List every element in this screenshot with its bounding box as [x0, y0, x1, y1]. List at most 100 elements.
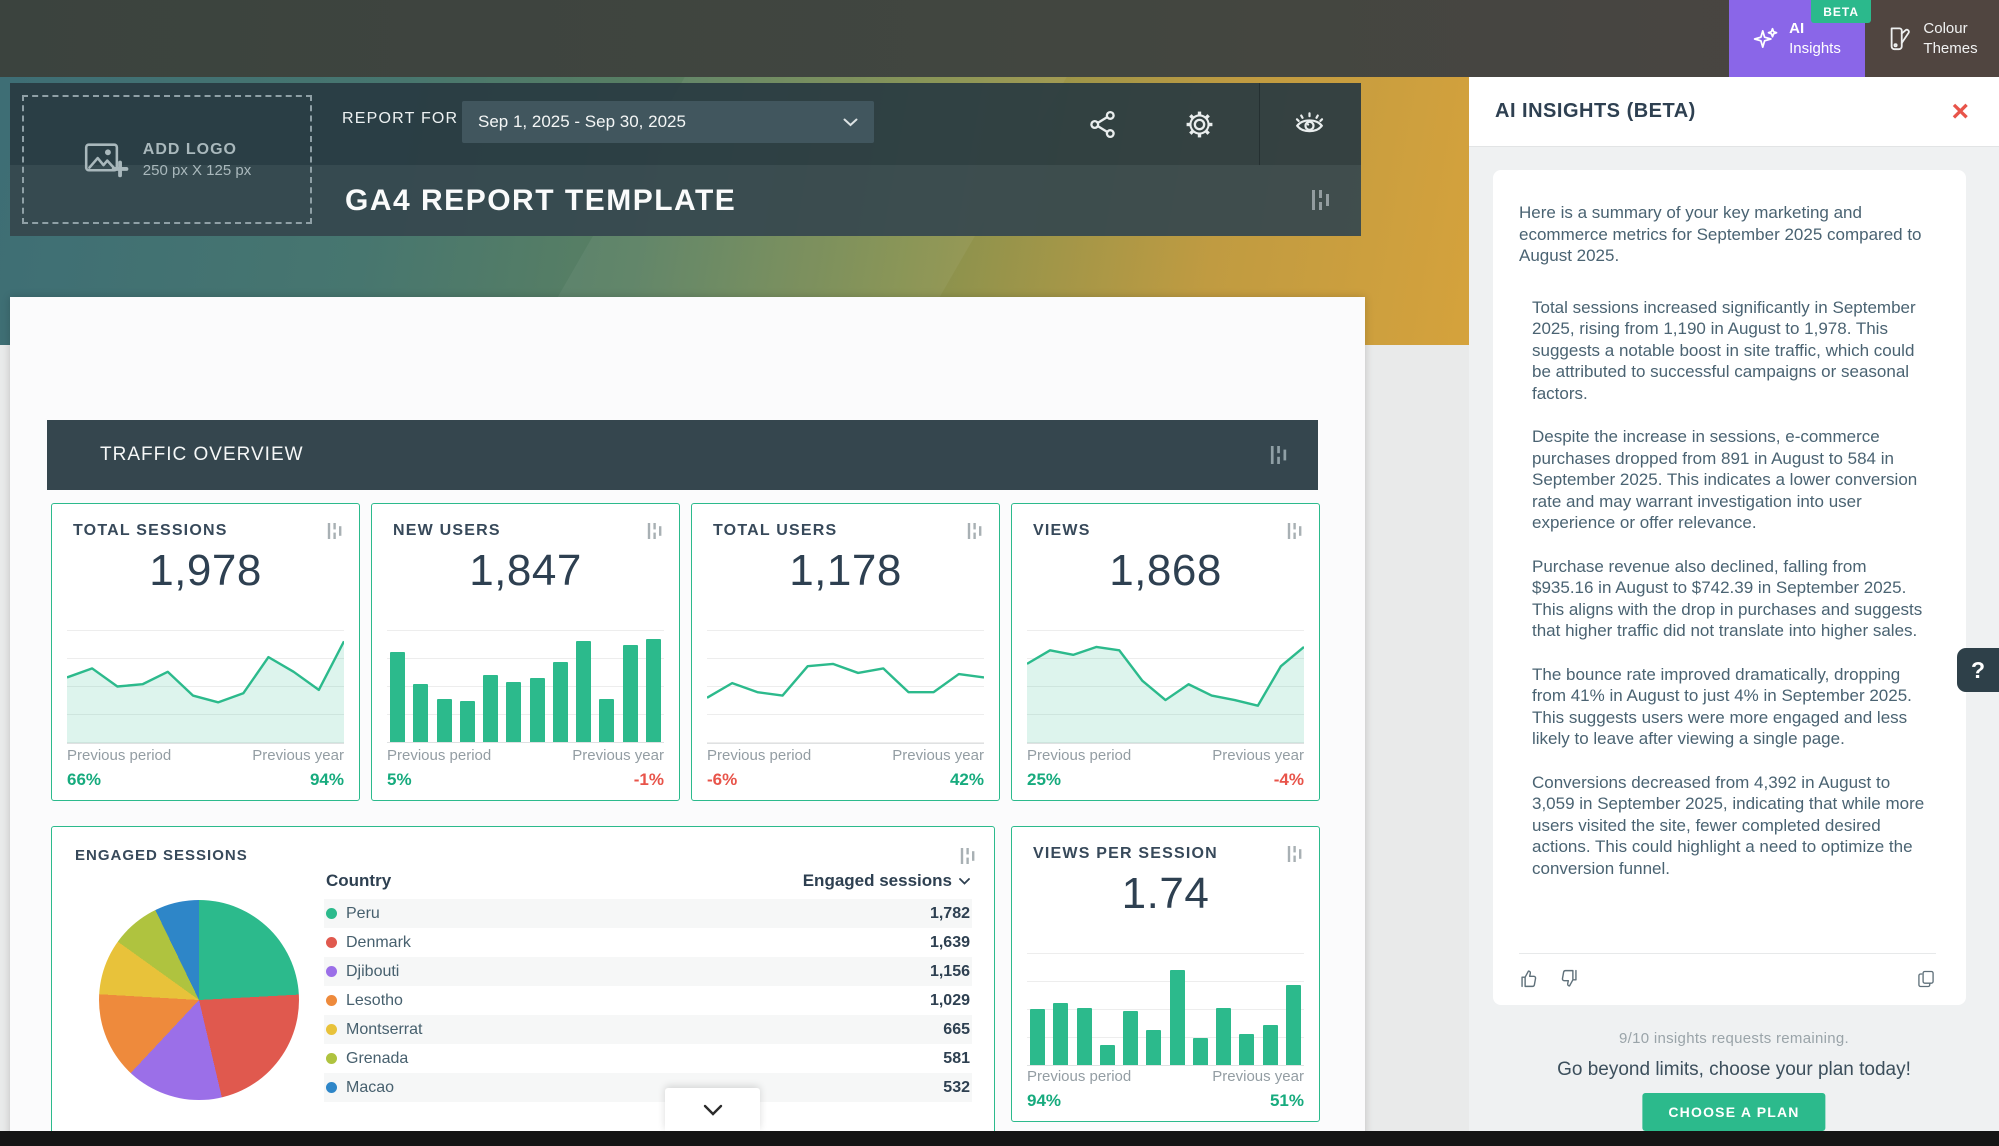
add-logo-label: ADD LOGO — [143, 141, 251, 159]
choose-plan-button[interactable]: CHOOSE A PLAN — [1642, 1093, 1825, 1131]
legend-dot — [326, 908, 337, 919]
engaged-sessions-table: Country Engaged sessions Peru 1,782 Denm… — [324, 869, 972, 1102]
upgrade-message: Go beyond limits, choose your plan today… — [1469, 1059, 1999, 1081]
table-row: Montserrat 665 — [324, 1015, 972, 1044]
drag-handle-icon[interactable] — [1287, 845, 1303, 863]
prev-period-pct: -6% — [707, 770, 737, 790]
legend-dot — [326, 1053, 337, 1064]
insight-paragraph: Despite the increase in sessions, e-comm… — [1532, 426, 1926, 534]
metric-value: 1.74 — [1012, 869, 1319, 919]
chevron-down-icon — [959, 878, 970, 885]
prev-year-label: Previous year — [572, 747, 664, 764]
topbar: AI Insights BETA Colour Themes — [0, 0, 1999, 77]
report-page: TRAFFIC OVERVIEW TOTAL SESSIONS 1,978 — [10, 297, 1365, 1146]
bar-chart — [387, 630, 664, 743]
ai-button-label-2: Insights — [1789, 39, 1841, 59]
thumbs-down-icon[interactable] — [1558, 968, 1579, 989]
drag-handle-icon[interactable] — [647, 522, 663, 540]
add-logo-dropzone[interactable]: ADD LOGO 250 px X 125 px — [22, 95, 312, 224]
header-divider — [1259, 83, 1260, 165]
line-chart — [707, 630, 984, 744]
themes-button-label-2: Themes — [1923, 39, 1977, 59]
copy-icon[interactable] — [1916, 969, 1936, 989]
column-metric-sort[interactable]: Engaged sessions — [803, 871, 970, 891]
sparkles-icon — [1753, 26, 1779, 52]
column-country: Country — [326, 871, 391, 891]
prev-period-pct: 5% — [387, 770, 412, 790]
insight-paragraph: Total sessions increased significantly i… — [1532, 297, 1926, 405]
prev-period-pct: 66% — [67, 770, 101, 790]
metric-card-new-users: NEW USERS 1,847 Previous period Previous… — [371, 503, 680, 801]
prev-year-pct: -4% — [1274, 770, 1304, 790]
card-title: TOTAL SESSIONS — [73, 522, 228, 540]
metric-card-total-sessions: TOTAL SESSIONS 1,978 Previous period Pre… — [51, 503, 360, 801]
gear-icon[interactable] — [1184, 109, 1215, 140]
insight-paragraph: Purchase revenue also declined, falling … — [1532, 556, 1926, 642]
card-title: ENGAGED SESSIONS — [75, 847, 248, 864]
drag-handle-icon[interactable] — [327, 522, 343, 540]
requests-remaining: 9/10 insights requests remaining. — [1469, 1030, 1999, 1047]
section-title: TRAFFIC OVERVIEW — [100, 444, 304, 466]
metric-cards-row: TOTAL SESSIONS 1,978 Previous period Pre… — [51, 503, 1320, 801]
drag-handle-icon[interactable] — [1311, 189, 1331, 211]
metric-value: 1,868 — [1012, 546, 1319, 596]
card-title: VIEWS PER SESSION — [1033, 845, 1218, 863]
report-title: GA4 REPORT TEMPLATE — [345, 165, 736, 236]
feedback-row — [1519, 953, 1936, 989]
sparkline-chart — [1027, 630, 1304, 744]
date-range-value: Sep 1, 2025 - Sep 30, 2025 — [478, 112, 686, 132]
help-button[interactable]: ? — [1957, 648, 1999, 692]
app-window: AI Insights BETA Colour Themes GA4 — [0, 0, 1999, 1146]
drag-handle-icon[interactable] — [960, 847, 976, 865]
table-row: Djibouti 1,156 — [324, 957, 972, 986]
bar-chart — [1027, 953, 1304, 1066]
chevron-down-icon — [843, 118, 858, 127]
table-row: Grenada 581 — [324, 1044, 972, 1073]
table-row: Peru 1,782 — [324, 899, 972, 928]
chevron-down-icon — [703, 1104, 723, 1116]
table-row: Lesotho 1,029 — [324, 986, 972, 1015]
beta-badge: BETA — [1811, 0, 1871, 23]
viewport-bottom-bar — [0, 1131, 1999, 1146]
preview-eye-icon[interactable] — [1294, 109, 1325, 140]
insight-paragraph: Here is a summary of your key marketing … — [1519, 202, 1926, 267]
prev-period-label: Previous period — [707, 747, 811, 764]
ai-insights-panel: AI INSIGHTS (BETA) × Here is a summary o… — [1469, 77, 1999, 1146]
table-row: Denmark 1,639 — [324, 928, 972, 957]
drag-handle-icon[interactable] — [967, 522, 983, 540]
drag-handle-icon[interactable] — [1270, 445, 1288, 465]
card-title: NEW USERS — [393, 522, 501, 540]
ai-insight-card: Here is a summary of your key marketing … — [1493, 170, 1966, 1005]
add-logo-size: 250 px X 125 px — [143, 162, 251, 179]
prev-period-label: Previous period — [67, 747, 171, 764]
prev-period-label: Previous period — [1027, 1068, 1131, 1085]
traffic-overview-header: TRAFFIC OVERVIEW — [47, 420, 1318, 490]
metric-card-views: VIEWS 1,868 Previous period Previous yea… — [1011, 503, 1320, 801]
share-icon[interactable] — [1087, 109, 1118, 140]
ai-panel-title: AI INSIGHTS (BETA) — [1495, 100, 1696, 123]
metric-card-total-users: TOTAL USERS 1,178 Previous period Previo… — [691, 503, 1000, 801]
metric-value: 1,978 — [52, 546, 359, 596]
close-icon[interactable]: × — [1951, 97, 1969, 127]
card-title: TOTAL USERS — [713, 522, 837, 540]
header-actions — [1087, 83, 1361, 165]
thumbs-up-icon[interactable] — [1519, 968, 1540, 989]
legend-dot — [326, 937, 337, 948]
prev-year-label: Previous year — [1212, 747, 1304, 764]
legend-dot — [326, 966, 337, 977]
image-plus-icon — [83, 140, 129, 180]
expand-section-button[interactable] — [665, 1088, 760, 1131]
prev-period-label: Previous period — [387, 747, 491, 764]
views-per-session-card: VIEWS PER SESSION 1.74 Previous period P… — [1011, 826, 1320, 1122]
insight-paragraph: The bounce rate improved dramatically, d… — [1532, 664, 1926, 750]
table-row: Macao 532 — [324, 1073, 972, 1102]
colour-themes-button[interactable]: Colour Themes — [1865, 0, 1999, 77]
engaged-sessions-pie — [99, 900, 299, 1100]
drag-handle-icon[interactable] — [1287, 522, 1303, 540]
report-header: GA4 REPORT TEMPLATE — [10, 83, 1361, 236]
palette-icon — [1886, 25, 1913, 52]
card-title: VIEWS — [1033, 522, 1091, 540]
date-range-dropdown[interactable]: Sep 1, 2025 - Sep 30, 2025 — [462, 101, 874, 143]
prev-year-pct: 42% — [950, 770, 984, 790]
prev-year-label: Previous year — [892, 747, 984, 764]
